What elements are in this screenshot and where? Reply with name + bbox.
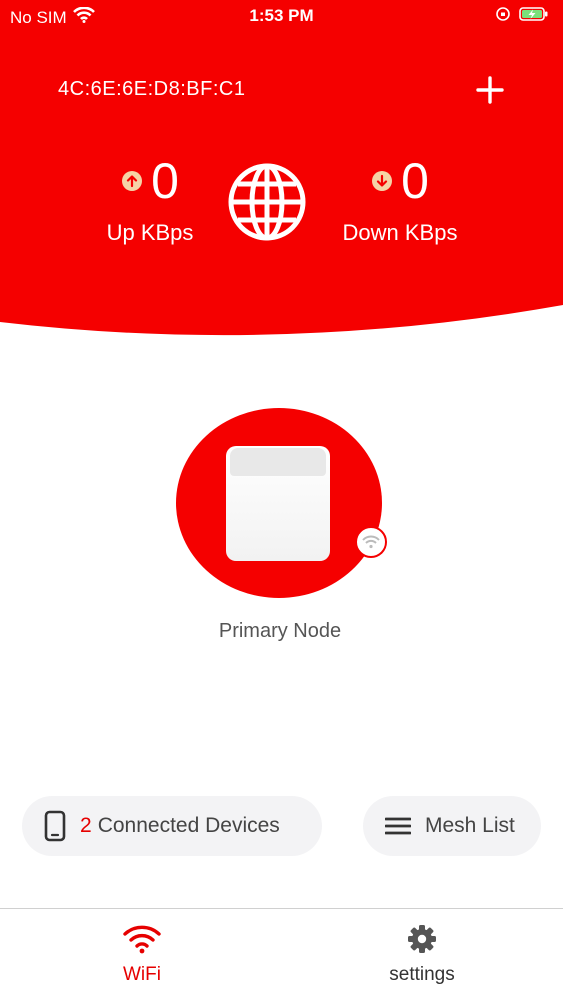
download-value: 0 [401, 153, 429, 209]
router-icon [226, 446, 330, 561]
devices-count: 2 [80, 814, 92, 837]
status-right [495, 6, 549, 27]
tab-wifi-label: WiFi [123, 964, 161, 985]
node-label: Primary Node [218, 620, 342, 642]
arrow-down-icon [372, 171, 393, 191]
upload-label: Up KBps [106, 220, 194, 245]
mac-address: 4C:6E:6E:D8:BF:C1 [58, 78, 246, 100]
add-button[interactable] [470, 70, 510, 110]
connected-devices-button[interactable]: 2 Connected Devices [22, 796, 322, 856]
tab-settings[interactable]: settings [352, 923, 492, 986]
upload-value: 0 [151, 153, 179, 209]
tab-wifi[interactable]: WiFi [72, 923, 212, 986]
download-rate: 0 Down KBps [320, 156, 480, 246]
orientation-lock-icon [495, 6, 511, 27]
arrow-up-icon [122, 171, 143, 191]
plus-icon [476, 76, 504, 104]
mesh-label: Mesh List [425, 814, 515, 837]
gear-icon [408, 925, 436, 953]
devices-label: Connected Devices [97, 814, 280, 837]
globe-icon [228, 163, 306, 241]
tab-bar: WiFi settings [0, 908, 563, 1000]
tab-settings-label: settings [389, 964, 455, 985]
internet-globe-button[interactable] [227, 162, 307, 242]
upload-rate: 0 Up KBps [70, 156, 230, 246]
wifi-badge-icon [355, 526, 387, 558]
primary-node-button[interactable] [176, 408, 387, 598]
status-time: 1:53 PM [249, 6, 314, 25]
screen: No SIM 1:53 PM 4C:6E:6E:D8:BF:C1 0 Up KB… [0, 0, 563, 1000]
router-top [230, 448, 326, 476]
mesh-list-button[interactable]: Mesh List [363, 796, 541, 856]
download-label: Down KBps [342, 220, 458, 245]
status-bar: No SIM 1:53 PM [0, 0, 563, 34]
menu-icon [385, 817, 411, 835]
wifi-icon [123, 925, 161, 954]
phone-icon [44, 810, 66, 842]
battery-charging-icon [519, 6, 549, 27]
